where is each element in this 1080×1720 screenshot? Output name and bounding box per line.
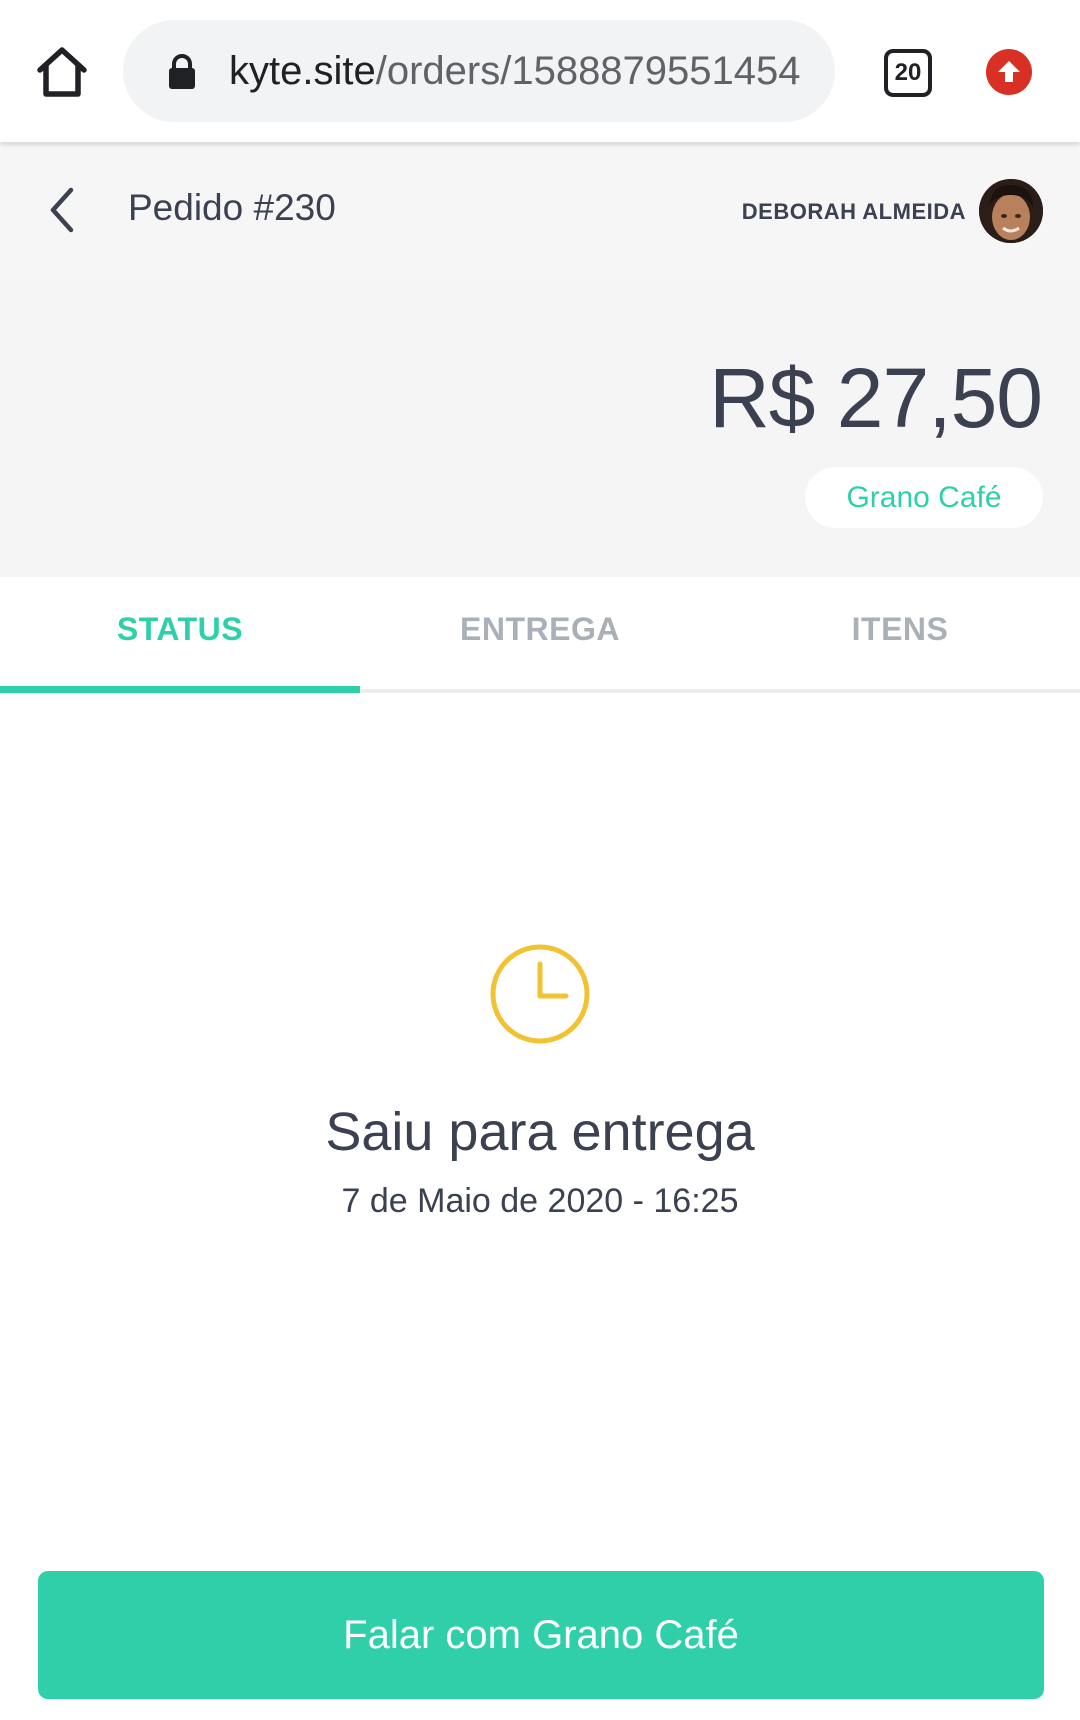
address-bar[interactable]: kyte.site/orders/1588879551454 xyxy=(123,20,835,122)
tab-count: 20 xyxy=(894,59,922,86)
url-path: /orders/1588879551454 xyxy=(375,49,801,93)
tab-entrega[interactable]: ENTREGA xyxy=(360,577,720,689)
back-arrow-icon[interactable] xyxy=(44,182,84,238)
tab-label: ENTREGA xyxy=(460,610,620,647)
url-text: kyte.site/orders/1588879551454 xyxy=(229,47,819,95)
clock-icon xyxy=(488,942,592,1046)
status-date: 7 de Maio de 2020 - 16:25 xyxy=(341,1182,739,1220)
browser-toolbar: kyte.site/orders/1588879551454 20 xyxy=(0,0,1080,142)
tab-label: ITENS xyxy=(851,610,949,647)
store-name: Grano Café xyxy=(846,480,1002,514)
home-icon[interactable] xyxy=(34,44,90,100)
tab-switcher-button[interactable]: 20 xyxy=(884,49,932,97)
order-summary: R$ 27,50 Grano Café xyxy=(0,280,1080,577)
contact-store-button[interactable]: Falar com Grano Café xyxy=(38,1571,1044,1699)
active-tab-indicator xyxy=(0,686,360,693)
avatar[interactable] xyxy=(979,179,1043,243)
tab-bar: STATUS ENTREGA ITENS xyxy=(0,577,1080,693)
user-name: DEBORAH ALMEIDA xyxy=(741,199,966,224)
lock-icon xyxy=(167,54,197,90)
order-total: R$ 27,50 xyxy=(709,351,1043,445)
tab-status[interactable]: STATUS xyxy=(0,577,360,693)
tab-label: STATUS xyxy=(116,610,244,647)
page-title: Pedido #230 xyxy=(128,187,336,228)
status-title: Saiu para entrega xyxy=(325,1102,755,1162)
contact-button-label: Falar com Grano Café xyxy=(343,1612,739,1657)
update-icon[interactable] xyxy=(986,49,1032,95)
tab-itens[interactable]: ITENS xyxy=(720,577,1080,689)
url-host: kyte.site xyxy=(229,49,376,93)
store-badge[interactable]: Grano Café xyxy=(805,467,1043,528)
order-header: Pedido #230 DEBORAH ALMEIDA xyxy=(0,142,1080,280)
